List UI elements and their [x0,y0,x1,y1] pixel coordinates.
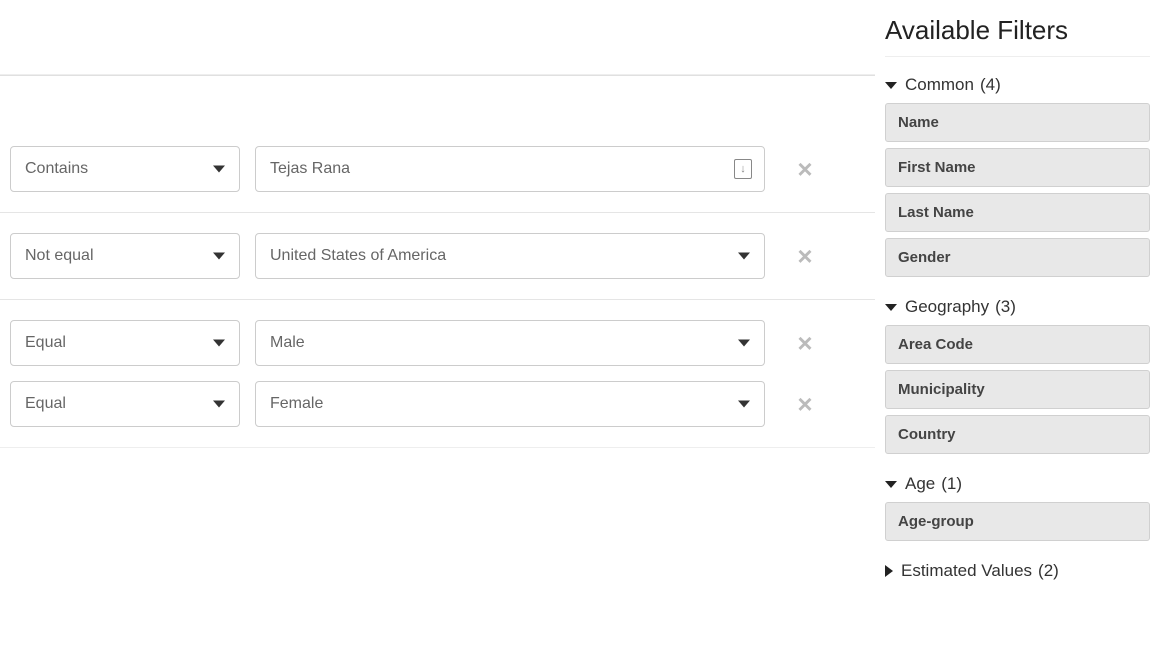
value-input[interactable]: Tejas Rana [255,146,765,192]
filter-item-area-code[interactable]: Area Code [885,325,1150,364]
value-select[interactable]: Male [255,320,765,366]
operator-value: Not equal [25,247,94,265]
group-header[interactable]: Estimated Values (2) [885,561,1150,581]
value-select[interactable]: Female [255,381,765,427]
group-name: Age [905,474,935,494]
group-name: Common [905,75,974,95]
group-header[interactable]: Geography (3) [885,297,1150,317]
operator-select[interactable]: Equal [10,381,240,427]
filter-group-common: Common (4) Name First Name Last Name Gend… [885,75,1150,277]
chevron-right-icon [885,565,893,577]
group-count: (4) [980,75,1001,95]
value-text: Female [270,395,323,413]
remove-filter-button[interactable]: × [790,154,820,185]
group-count: (2) [1038,561,1059,581]
filter-item-municipality[interactable]: Municipality [885,370,1150,409]
available-filters-sidebar: Available Filters Common (4) Name First N… [875,0,1160,665]
chevron-down-icon [885,304,897,311]
group-header[interactable]: Age (1) [885,474,1150,494]
filter-row: Equal Male × [10,320,865,366]
filter-row: Contains Tejas Rana × [10,146,865,192]
chevron-down-icon [213,253,225,260]
operator-value: Equal [25,334,66,352]
filter-item-age-group[interactable]: Age-group [885,502,1150,541]
chevron-down-icon [213,401,225,408]
value-text: Tejas Rana [270,160,350,178]
filter-item-country[interactable]: Country [885,415,1150,454]
filter-block-2: Not equal United States of America × [0,212,875,299]
operator-value: Equal [25,395,66,413]
chevron-down-icon [213,340,225,347]
operator-value: Contains [25,160,88,178]
chevron-down-icon [738,401,750,408]
filter-item-first-name[interactable]: First Name [885,148,1150,187]
main-filter-area: Contains Tejas Rana × Not equal United S… [0,0,875,665]
group-name: Geography [905,297,989,317]
filter-group-geography: Geography (3) Area Code Municipality Coun… [885,297,1150,454]
chevron-down-icon [213,166,225,173]
filter-row: Not equal United States of America × [10,233,865,279]
remove-filter-button[interactable]: × [790,328,820,359]
filter-group-estimated-values: Estimated Values (2) [885,561,1150,581]
group-header[interactable]: Common (4) [885,75,1150,95]
remove-filter-button[interactable]: × [790,241,820,272]
operator-select[interactable]: Contains [10,146,240,192]
remove-filter-button[interactable]: × [790,389,820,420]
chevron-down-icon [738,253,750,260]
operator-select[interactable]: Equal [10,320,240,366]
filter-item-last-name[interactable]: Last Name [885,193,1150,232]
value-select[interactable]: United States of America [255,233,765,279]
top-spacer [0,20,875,75]
chevron-down-icon [885,82,897,89]
group-count: (3) [995,297,1016,317]
group-count: (1) [941,474,962,494]
filter-section: Contains Tejas Rana × Not equal United S… [0,75,875,448]
chevron-down-icon [738,340,750,347]
sidebar-title: Available Filters [885,15,1150,57]
value-text: Male [270,334,305,352]
chevron-down-icon [885,481,897,488]
value-text: United States of America [270,247,446,265]
group-name: Estimated Values [901,561,1032,581]
filter-group-age: Age (1) Age-group [885,474,1150,541]
operator-select[interactable]: Not equal [10,233,240,279]
filter-row: Equal Female × [10,381,865,427]
input-helper-icon[interactable] [734,159,752,179]
filter-block-3: Equal Male × Equal Female × [0,299,875,447]
filter-item-name[interactable]: Name [885,103,1150,142]
filter-block-1: Contains Tejas Rana × [0,126,875,212]
filter-item-gender[interactable]: Gender [885,238,1150,277]
